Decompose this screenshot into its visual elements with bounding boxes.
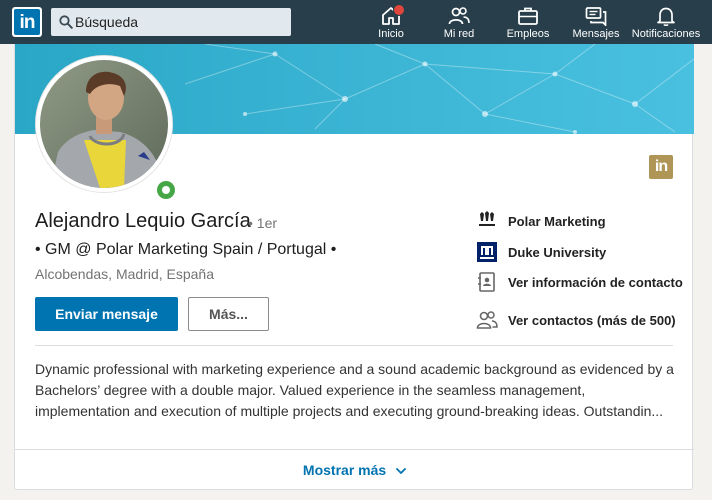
nav-label: Mi red (443, 28, 475, 40)
show-more-bar: Mostrar más (15, 449, 694, 490)
contact-info-link: Ver información de contacto (508, 275, 683, 290)
profile-photo-frame[interactable] (36, 56, 178, 202)
nav-item-empleos[interactable]: Empleos (499, 0, 557, 44)
linkedin-logo-text: in (14, 9, 40, 35)
summary-line: Dynamic professional with marketing expe… (35, 361, 674, 377)
profile-headline: • GM @ Polar Marketing Spain / Portugal … (35, 241, 337, 258)
nav-label: Mensajes (572, 28, 620, 40)
messages-icon (585, 7, 607, 26)
connections-link: Ver contactos (más de 500) (508, 313, 676, 328)
side-item-connections[interactable]: Ver contactos (más de 500) (476, 309, 686, 331)
nav-item-notificaciones[interactable]: Notificaciones (629, 0, 703, 44)
show-more-button[interactable]: Mostrar más (15, 462, 694, 478)
linkedin-badge-icon[interactable]: in (649, 155, 673, 179)
contact-card-icon (478, 272, 495, 292)
linkedin-logo[interactable]: in (12, 7, 42, 37)
school-logo-icon (477, 242, 497, 262)
bell-icon (657, 7, 675, 26)
top-nav-bar: in Inicio Mi red Empleos (0, 0, 712, 44)
profile-card: in Alejandro Lequio García • 1er • GM @ … (14, 44, 694, 490)
summary-line: Bachelors’ degree with a double major. V… (35, 382, 586, 398)
profile-name: Alejandro Lequio García (35, 210, 251, 232)
nav-label: Notificaciones (631, 28, 701, 40)
search-box[interactable] (51, 8, 291, 36)
search-input[interactable] (75, 8, 285, 36)
online-status-indicator (154, 178, 178, 202)
show-more-label: Mostrar más (302, 462, 387, 478)
profile-photo (40, 60, 168, 188)
nav-item-mi-red[interactable]: Mi red (432, 0, 486, 44)
section-divider (35, 345, 673, 346)
send-message-button[interactable]: Enviar mensaje (35, 297, 178, 331)
profile-location: Alcobendas, Madrid, España (35, 266, 214, 282)
profile-summary[interactable]: Dynamic professional with marketing expe… (35, 359, 675, 422)
my-network-icon (448, 7, 470, 25)
nav-item-inicio[interactable]: Inicio (364, 0, 418, 44)
briefcase-icon (518, 7, 538, 25)
side-item-company[interactable]: Polar Marketing (476, 210, 686, 232)
nav-item-mensajes[interactable]: Mensajes (566, 0, 626, 44)
connections-icon (476, 311, 498, 329)
school-link: Duke University (508, 245, 607, 260)
search-icon (59, 15, 73, 29)
side-item-contact-info[interactable]: Ver información de contacto (476, 271, 686, 307)
side-item-school[interactable]: Duke University (476, 241, 686, 263)
chevron-down-icon (396, 468, 406, 475)
company-logo-icon (479, 211, 495, 226)
connection-degree: • 1er (248, 215, 278, 231)
company-link: Polar Marketing (508, 214, 606, 229)
notification-badge (393, 4, 405, 16)
nav-label: Inicio (378, 28, 404, 40)
nav-label: Empleos (506, 28, 550, 40)
summary-line: implementation and execution of multiple… (35, 403, 664, 419)
more-actions-button[interactable]: Más... (188, 297, 269, 331)
